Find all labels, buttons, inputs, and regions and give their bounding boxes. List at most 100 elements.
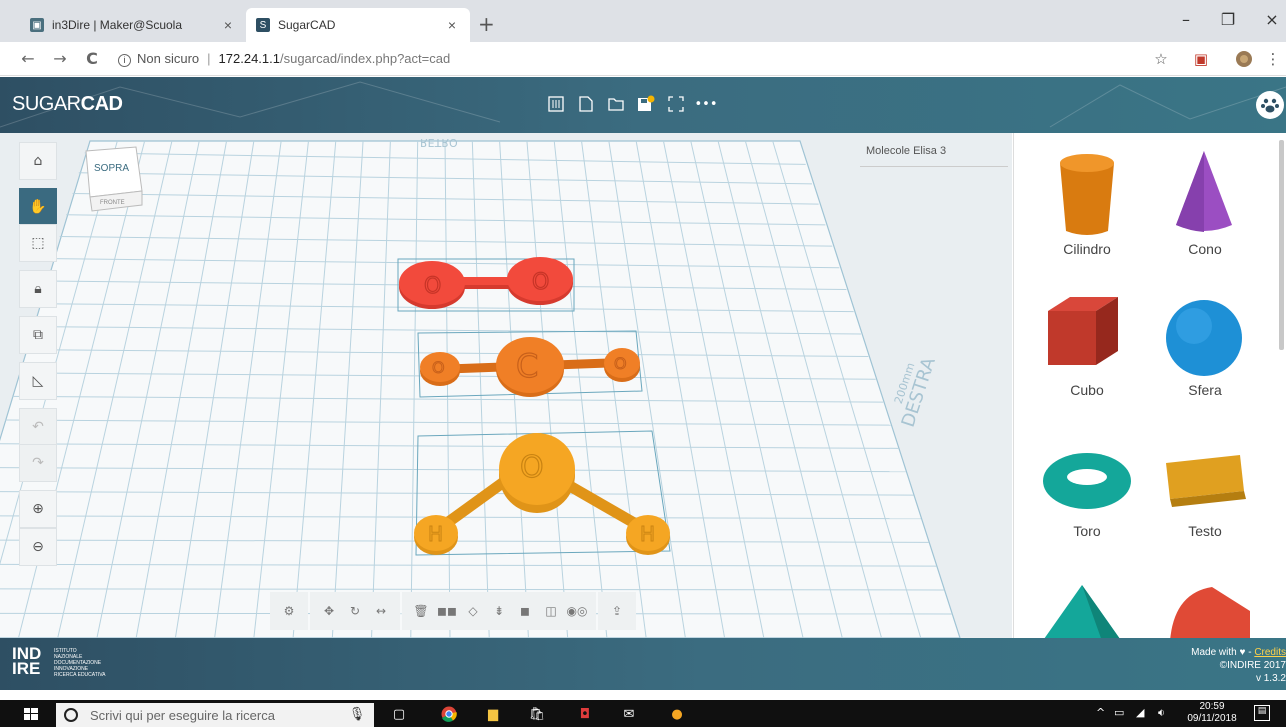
duplicate-button[interactable]: ⧉ xyxy=(19,316,57,354)
atom-o: O xyxy=(432,358,445,377)
settings-gear-icon[interactable]: ⚙ xyxy=(278,600,300,622)
tool-group-settings: ⚙ xyxy=(270,592,308,630)
browser-tab-sugarcad[interactable]: S SugarCAD × xyxy=(246,8,470,42)
lock-button[interactable]: 🔒︎ xyxy=(19,270,57,308)
logo-bold: CAD xyxy=(80,93,123,115)
calculator-icon[interactable] xyxy=(546,93,566,115)
clock-time: 20:59 xyxy=(1199,701,1225,712)
url-separator: | xyxy=(207,51,211,66)
fullscreen-glyph xyxy=(668,96,684,112)
fullscreen-icon[interactable] xyxy=(666,93,686,115)
home-view-button[interactable]: ⌂ xyxy=(19,142,57,180)
undo-button[interactable]: ↶ xyxy=(19,408,57,446)
security-label: Non sicuro xyxy=(137,51,200,66)
view-cube[interactable]: SOPRA FRONTE xyxy=(82,145,146,213)
atom-o: O xyxy=(424,274,441,299)
cube-shape-icon xyxy=(1048,297,1118,365)
tray-volume-icon[interactable]: 🔉︎ xyxy=(1158,706,1165,720)
chrome-icon[interactable] xyxy=(440,705,458,723)
notifications-icon[interactable]: ▤ xyxy=(1254,705,1270,721)
store-icon[interactable]: 🛍︎ xyxy=(528,705,546,723)
project-name-underline xyxy=(860,166,1008,167)
wireframe-cube-icon[interactable]: ◇ xyxy=(462,600,484,622)
taskbar-search[interactable]: Scrivi qui per eseguire la ricerca xyxy=(56,703,374,727)
made-with-line: Made with ♥ - Credits xyxy=(1191,647,1286,658)
restore-button[interactable]: ❐ xyxy=(1216,10,1240,29)
browser-tab-in3dire[interactable]: ▣ in3Dire | Maker@Scuola × xyxy=(20,8,246,42)
prism-shape-icon xyxy=(1044,585,1120,638)
zoom-in-button[interactable]: ⊕ xyxy=(19,490,57,528)
pan-tool-button[interactable]: ✋ xyxy=(19,188,57,226)
ruler-button[interactable]: ◺ xyxy=(19,362,57,400)
mail-icon[interactable]: ✉ xyxy=(620,705,638,723)
move-icon[interactable]: ✥ xyxy=(318,600,340,622)
shapes-scrollbar[interactable] xyxy=(1279,140,1284,350)
forward-arrow-icon[interactable]: → xyxy=(50,49,70,68)
main-toolbar: ••• xyxy=(546,93,718,115)
reload-icon[interactable]: C xyxy=(82,49,102,68)
rotate-icon[interactable]: ↻ xyxy=(344,600,366,622)
sphere-shape-icon xyxy=(1166,300,1242,376)
redo-button[interactable]: ↷ xyxy=(19,444,57,482)
pocket-extension-icon[interactable]: ▣ xyxy=(1190,50,1212,68)
shape-label: Testo xyxy=(1188,523,1222,539)
view-cube-top-label: SOPRA xyxy=(94,163,129,174)
paint3d-icon[interactable]: ● xyxy=(668,705,686,723)
system-clock[interactable]: 20:59 09/11/2018 xyxy=(1182,701,1242,725)
new-file-icon[interactable] xyxy=(576,93,596,115)
close-tab-icon[interactable]: × xyxy=(444,17,460,33)
microphone-icon[interactable]: 🎙︎ xyxy=(348,705,366,723)
dashed-square-icon: ⬚ xyxy=(31,235,45,251)
windows-start-icon[interactable] xyxy=(24,708,38,720)
zoom-out-button[interactable]: ⊖ xyxy=(19,528,57,566)
layers-icon[interactable]: ◼ xyxy=(514,600,536,622)
tool-group-transform: ✥ ↻ ↔ xyxy=(310,592,400,630)
text-shape-icon xyxy=(1166,455,1246,507)
trash-icon[interactable]: 🗑︎ xyxy=(410,600,432,622)
back-arrow-icon[interactable]: ← xyxy=(18,49,38,68)
shapes-panel: Cilindro Cono Cubo Sfera Toro Testo xyxy=(1013,133,1286,638)
close-tab-icon[interactable]: × xyxy=(220,17,236,33)
clock-date: 09/11/2018 xyxy=(1187,713,1237,724)
shape-label: Cilindro xyxy=(1063,241,1111,257)
atom-o: O xyxy=(614,354,627,373)
open-folder-icon[interactable] xyxy=(606,93,626,115)
browser-menu-icon[interactable]: ⋮ xyxy=(1262,50,1284,68)
more-options-button[interactable]: ••• xyxy=(695,93,718,115)
minimize-button[interactable]: – xyxy=(1174,10,1198,29)
zoom-in-icon: ⊕ xyxy=(32,501,44,517)
export-upload-icon[interactable]: ⇪ xyxy=(606,600,628,622)
union-icon[interactable]: ◉◎ xyxy=(566,600,588,622)
cylinder-shape-icon xyxy=(1060,154,1114,235)
bookmark-star-icon[interactable]: ☆ xyxy=(1150,50,1172,68)
3d-workspace[interactable]: O O O C O O H H RETRO DESTRA 200mm SOPRA… xyxy=(0,133,1012,638)
version: v 1.3.2 xyxy=(1255,673,1286,684)
new-tab-button[interactable]: + xyxy=(478,12,495,36)
atom-o: O xyxy=(520,450,544,485)
select-box-button[interactable]: ⬚ xyxy=(19,224,57,262)
sugarcad-logo: SUGARCAD xyxy=(12,93,123,116)
mirror-icon[interactable]: ◫ xyxy=(540,600,562,622)
mcafee-icon[interactable]: ◘ xyxy=(576,705,594,723)
tray-network-icon[interactable]: ▭ xyxy=(1114,706,1124,719)
align-icon[interactable]: ⇟ xyxy=(488,600,510,622)
tray-wifi-icon[interactable]: ◢ xyxy=(1136,706,1144,719)
task-view-icon[interactable]: ▢ xyxy=(390,705,408,723)
logo-bottom: IRE xyxy=(12,659,41,678)
group-cubes-icon[interactable]: ◼◼ xyxy=(436,600,458,622)
file-explorer-icon[interactable]: ▆ xyxy=(484,705,502,723)
profile-avatar[interactable] xyxy=(1233,50,1255,72)
url-field[interactable]: i Non sicuro | 172.24.1.1/sugarcad/index.ph… xyxy=(118,51,450,67)
zoom-out-icon: ⊖ xyxy=(32,539,44,555)
scale-arrows-icon[interactable]: ↔ xyxy=(370,600,392,622)
paw-icon[interactable] xyxy=(1256,91,1284,119)
build-plate-grid[interactable]: O O O C O O H H RETRO DESTRA 200mm xyxy=(0,133,1012,638)
tray-up-arrow-icon[interactable]: ^ xyxy=(1096,706,1105,719)
credits-link[interactable]: Credits xyxy=(1254,647,1286,658)
info-icon[interactable]: i xyxy=(118,54,131,67)
chrome-glyph xyxy=(441,706,457,722)
hand-icon: ✋ xyxy=(29,199,47,215)
close-window-button[interactable]: × xyxy=(1260,10,1284,29)
project-name[interactable]: Molecole Elisa 3 xyxy=(866,145,946,157)
save-icon[interactable] xyxy=(636,93,656,115)
